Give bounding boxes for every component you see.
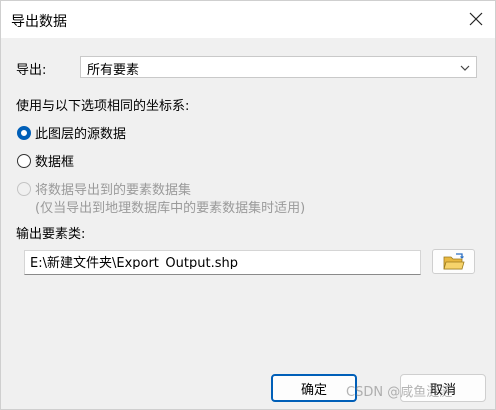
output-path-field[interactable] xyxy=(24,250,421,275)
coordinate-heading: 使用与以下选项相同的坐标系: xyxy=(16,99,190,114)
radio-label-dataset: 将数据导出到的要素数据集 xyxy=(35,183,192,198)
title-bar: 导出数据 xyxy=(1,1,495,38)
export-select[interactable]: 所有要素 xyxy=(80,56,477,78)
browse-button[interactable] xyxy=(432,249,475,274)
window-title: 导出数据 xyxy=(11,14,67,30)
radio-label-source: 此图层的源数据 xyxy=(35,127,127,142)
close-button[interactable] xyxy=(461,5,491,33)
radio-button-checked[interactable] xyxy=(17,125,31,140)
output-label: 输出要素类: xyxy=(16,227,86,242)
radio-button[interactable] xyxy=(17,153,31,168)
radio-label-frame: 数据框 xyxy=(35,155,75,170)
watermark: CSDN @咸鱼涟涟 xyxy=(346,385,453,400)
radio-feature-dataset: 将数据导出到的要素数据集 xyxy=(17,179,191,198)
ok-button[interactable]: 确定 xyxy=(271,374,357,402)
chevron-down-icon xyxy=(460,65,470,71)
radio-source-data[interactable]: 此图层的源数据 xyxy=(17,123,126,142)
output-path-input[interactable] xyxy=(30,254,415,269)
radio-button-disabled xyxy=(17,181,31,196)
export-label: 导出: xyxy=(16,63,47,78)
radio-data-frame[interactable]: 数据框 xyxy=(17,151,74,170)
export-data-dialog: 导出数据 导出: 所有要素 使用与以下选项相同的坐标系: 此图层的源数据 数据框… xyxy=(0,0,496,410)
export-select-value: 所有要素 xyxy=(87,63,140,78)
close-icon xyxy=(469,12,483,26)
dataset-note: (仅当导出到地理数据库中的要素数据集时适用) xyxy=(35,201,306,216)
open-folder-icon xyxy=(442,252,465,269)
